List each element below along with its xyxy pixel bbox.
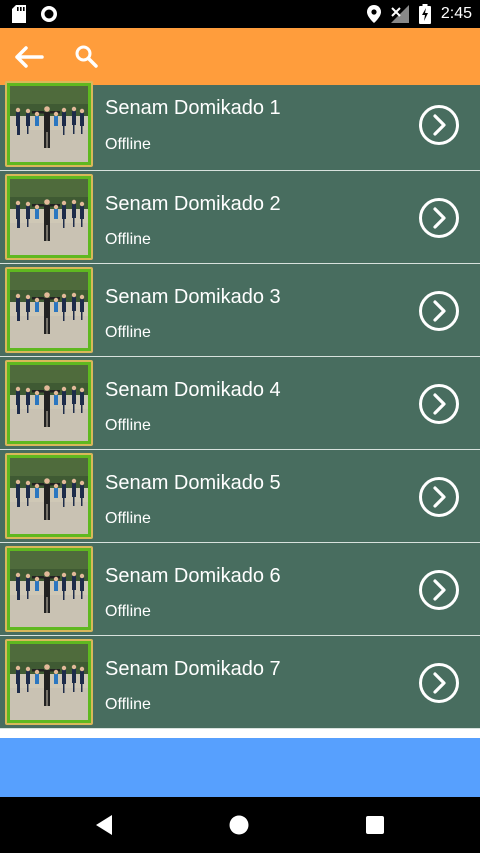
item-title: Senam Domikado 3 <box>105 286 281 308</box>
list-item[interactable]: Senam Domikado 7 Offline <box>0 636 480 729</box>
list-item[interactable]: Senam Domikado 3 Offline <box>0 264 480 357</box>
item-title: Senam Domikado 1 <box>105 97 281 119</box>
chevron-right-icon[interactable] <box>418 104 460 146</box>
thumbnail-image <box>5 453 93 539</box>
list-item[interactable]: Senam Domikado 2 Offline <box>0 171 480 264</box>
chevron-right-icon[interactable] <box>418 383 460 425</box>
item-title: Senam Domikado 4 <box>105 379 281 401</box>
thumbnail-image <box>5 360 93 446</box>
chevron-right-icon[interactable] <box>418 197 460 239</box>
item-title: Senam Domikado 5 <box>105 472 281 494</box>
item-status: Offline <box>105 603 151 620</box>
circle-notification-icon <box>41 6 57 22</box>
nav-recents-icon[interactable] <box>366 816 384 834</box>
location-icon <box>366 5 381 23</box>
item-status: Offline <box>105 510 151 527</box>
chevron-right-icon[interactable] <box>418 290 460 332</box>
thumbnail-image <box>5 546 93 632</box>
list-item[interactable]: Senam Domikado 4 Offline <box>0 357 480 450</box>
item-status: Offline <box>105 231 151 248</box>
chevron-right-icon[interactable] <box>418 476 460 518</box>
item-status: Offline <box>105 324 151 341</box>
item-status: Offline <box>105 696 151 713</box>
item-status: Offline <box>105 417 151 434</box>
ad-banner[interactable] <box>0 738 480 797</box>
item-status: Offline <box>105 136 151 153</box>
chevron-right-icon[interactable] <box>418 569 460 611</box>
thumbnail-image <box>5 267 93 353</box>
search-icon[interactable] <box>74 44 98 68</box>
status-time: 2:45 <box>440 5 472 22</box>
item-title: Senam Domikado 7 <box>105 658 281 680</box>
list-item[interactable]: Senam Domikado 5 Offline <box>0 450 480 543</box>
thumbnail-image <box>5 639 93 725</box>
status-bar: 2:45 <box>0 0 480 28</box>
item-title: Senam Domikado 6 <box>105 565 281 587</box>
app-toolbar <box>0 28 480 85</box>
nav-home-icon[interactable] <box>229 815 249 835</box>
signal-no-data-icon <box>390 5 409 23</box>
thumbnail-image <box>5 81 93 167</box>
video-list: Senam Domikado 1 Offline Senam Domikado … <box>0 81 480 729</box>
battery-charging-icon <box>418 4 431 24</box>
chevron-right-icon[interactable] <box>418 662 460 704</box>
thumbnail-image <box>5 174 93 260</box>
back-arrow-icon[interactable] <box>12 42 46 72</box>
list-item[interactable]: Senam Domikado 1 Offline <box>0 81 480 171</box>
list-item[interactable]: Senam Domikado 6 Offline <box>0 543 480 636</box>
sd-card-icon <box>12 5 26 23</box>
nav-back-icon[interactable] <box>94 814 114 836</box>
item-title: Senam Domikado 2 <box>105 193 281 215</box>
